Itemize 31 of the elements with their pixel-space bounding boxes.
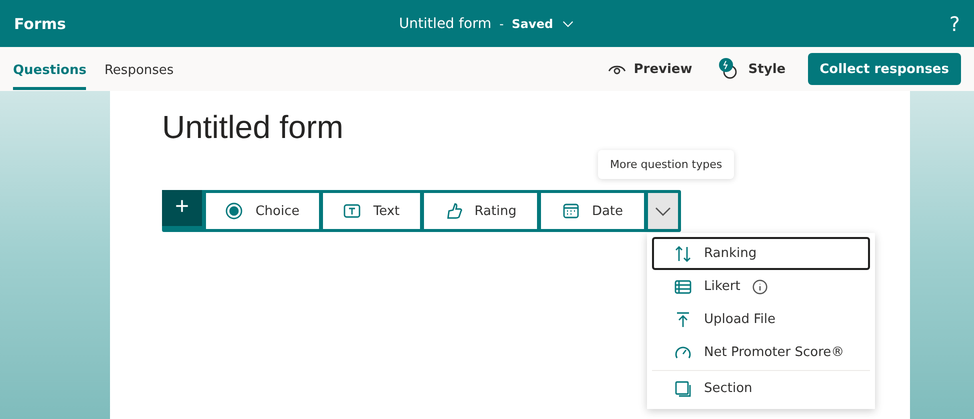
tab[interactable]: Responses [104,51,174,90]
menu-item[interactable]: Net Promoter Score® [652,336,870,369]
info-icon [752,278,768,294]
menu-item[interactable]: Upload File [652,303,870,336]
question-type-button[interactable]: Date [541,193,644,229]
preview-button[interactable]: Preview [604,56,696,82]
tooltip: More question types [598,150,734,179]
radio-icon [225,202,244,220]
menu-item[interactable]: Likert [652,270,870,303]
section-icon [674,380,692,398]
app-name: Forms [14,14,66,32]
question-type-button[interactable]: Choice [206,193,319,229]
help-button[interactable]: ? [949,12,960,36]
form-title: Untitled form [162,109,344,146]
menu-item[interactable]: Section [652,372,870,405]
separator: - [499,16,504,30]
calendar-icon [562,202,580,220]
sort-arrows-icon [674,244,692,262]
more-types-button[interactable] [648,193,678,229]
text-icon [343,202,362,220]
style-button[interactable]: Style [714,53,790,85]
add-button[interactable]: + [162,190,202,226]
thumb-up-icon [444,202,463,220]
grid-table-icon [674,278,692,296]
save-status: Saved [512,16,554,30]
question-type-button[interactable]: Rating [424,193,537,229]
upload-icon [674,310,692,328]
collect-responses-button[interactable]: Collect responses [808,53,961,85]
menu-item[interactable]: Ranking [652,237,870,270]
form-name: Untitled form [398,16,492,32]
question-type-button[interactable]: Text [323,193,420,229]
